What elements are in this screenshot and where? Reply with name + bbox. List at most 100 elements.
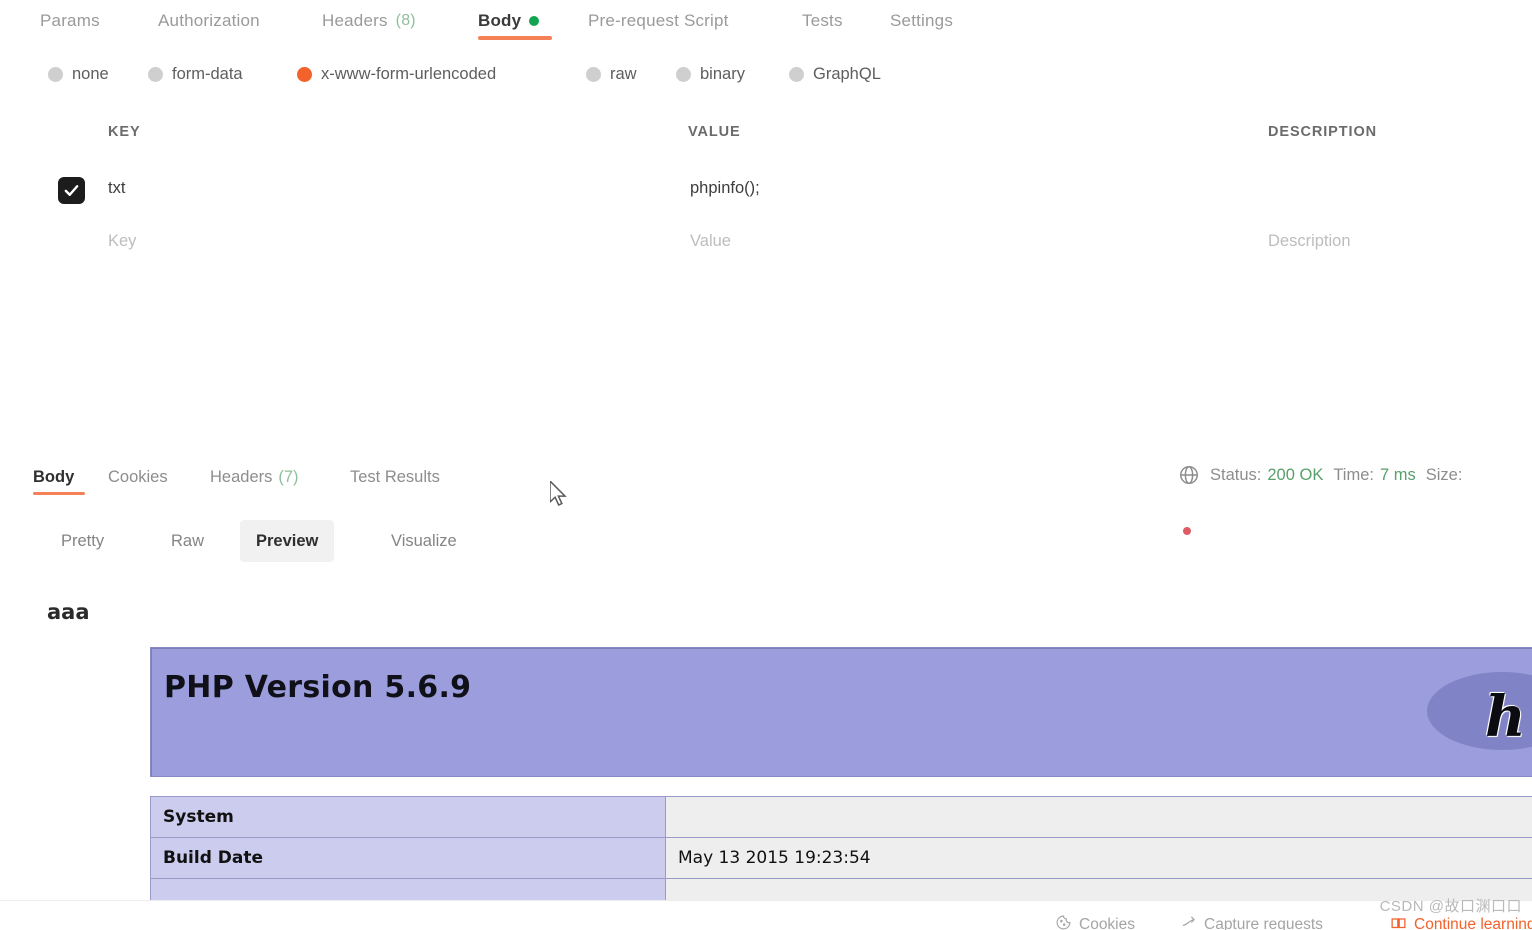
radio-icon bbox=[48, 66, 63, 82]
body-type-raw[interactable]: raw bbox=[586, 58, 637, 90]
cell-value-placeholder[interactable]: Value bbox=[690, 232, 731, 251]
request-tab-authorization[interactable]: Authorization bbox=[158, 0, 260, 42]
response-view-tab-label: Visualize bbox=[391, 531, 457, 550]
response-tab-cookies[interactable]: Cookies bbox=[108, 458, 168, 496]
body-present-dot bbox=[529, 16, 540, 26]
echo-output: aaa bbox=[47, 600, 90, 624]
column-header-value: VALUE bbox=[688, 124, 741, 140]
radio-icon bbox=[789, 66, 804, 82]
response-tab-headers[interactable]: Headers (7) bbox=[210, 458, 299, 496]
radio-icon bbox=[586, 66, 601, 82]
response-view-tab-label: Preview bbox=[256, 531, 319, 550]
response-tab-count: (7) bbox=[278, 467, 299, 486]
cell-description-placeholder[interactable]: Description bbox=[1268, 232, 1351, 251]
response-preview-pane: aaa PHP Version 5.6.9 h System Build Date… bbox=[0, 578, 1532, 908]
cell-value[interactable]: phpinfo(); bbox=[690, 179, 760, 198]
table-row[interactable]: Key Value Description bbox=[0, 221, 1532, 267]
radio-icon bbox=[297, 66, 312, 82]
phpinfo-row: System bbox=[150, 796, 1532, 838]
bottom-bar-capture-requests[interactable]: Capture requests bbox=[1180, 914, 1323, 930]
response-view-tab-label: Pretty bbox=[61, 531, 105, 550]
time-value: 7 ms bbox=[1379, 465, 1416, 484]
phpinfo-row-value bbox=[665, 796, 1532, 838]
radio-icon bbox=[676, 66, 691, 82]
request-tab-tests[interactable]: Tests bbox=[802, 0, 843, 42]
time-label: Time: bbox=[1333, 465, 1374, 484]
bottom-bar-continue-learning[interactable]: Continue learning bbox=[1390, 914, 1532, 930]
phpinfo-table: System Build Date May 13 2015 19:23:54 bbox=[150, 796, 1532, 908]
body-type-label: none bbox=[72, 64, 109, 83]
response-tab-body[interactable]: Body bbox=[33, 458, 74, 496]
bottom-status-bar: Cookies Capture requests Continue learning… bbox=[0, 898, 1532, 930]
view-tab-raw[interactable]: Raw bbox=[155, 520, 220, 562]
request-tab-label: Authorization bbox=[158, 11, 260, 30]
response-tab-label: Cookies bbox=[108, 467, 168, 486]
size-label: Size: bbox=[1425, 465, 1463, 484]
active-response-tab-underline bbox=[33, 492, 85, 495]
view-tab-pretty[interactable]: Pretty bbox=[45, 520, 120, 562]
body-type-label: x-www-form-urlencoded bbox=[321, 64, 497, 83]
response-view-tab-label: Raw bbox=[171, 531, 205, 550]
response-meta: Status: 200 OK Time: 7 ms Size: bbox=[1178, 464, 1462, 486]
column-header-key: KEY bbox=[108, 124, 141, 140]
request-tab-label: Params bbox=[40, 11, 100, 30]
bottom-bar-cookies[interactable]: Cookies bbox=[1055, 914, 1135, 930]
radio-icon bbox=[148, 66, 163, 82]
mouse-cursor bbox=[549, 479, 568, 507]
globe-icon bbox=[1178, 464, 1200, 486]
request-tab-label: Pre-request Script bbox=[588, 11, 729, 30]
php-version-title: PHP Version 5.6.9 bbox=[164, 670, 472, 705]
phpinfo-row-value: May 13 2015 19:23:54 bbox=[665, 837, 1532, 879]
body-type-label: form-data bbox=[172, 64, 243, 83]
row-checkbox-checked[interactable] bbox=[58, 177, 85, 204]
cell-key-placeholder[interactable]: Key bbox=[108, 232, 136, 251]
body-type-binary[interactable]: binary bbox=[676, 58, 745, 90]
request-tab-label: Body bbox=[478, 11, 522, 30]
active-request-tab-underline bbox=[478, 36, 552, 40]
column-header-description: DESCRIPTION bbox=[1268, 124, 1377, 140]
response-tab-label: Body bbox=[33, 467, 75, 486]
status-label: Status: bbox=[1210, 465, 1262, 484]
body-type-form-data[interactable]: form-data bbox=[148, 58, 243, 90]
php-version-banner: PHP Version 5.6.9 h bbox=[150, 647, 1532, 777]
request-tab-label: Settings bbox=[890, 11, 954, 30]
bottom-bar-label: Cookies bbox=[1079, 916, 1135, 930]
table-row[interactable]: txt phpinfo(); bbox=[0, 168, 1532, 214]
phpinfo-row: Build Date May 13 2015 19:23:54 bbox=[150, 837, 1532, 879]
csdn-watermark: CSDN @故口渊口口 bbox=[1379, 898, 1522, 915]
request-tab-settings[interactable]: Settings bbox=[890, 0, 953, 42]
response-tab-test-results[interactable]: Test Results bbox=[350, 458, 440, 496]
status-readout: Status: 200 OK bbox=[1210, 466, 1323, 485]
response-tab-label: Test Results bbox=[350, 467, 440, 486]
body-type-graphql[interactable]: GraphQL bbox=[789, 58, 881, 90]
request-tab-headers[interactable]: Headers (8) bbox=[322, 0, 416, 42]
cell-key[interactable]: txt bbox=[108, 179, 125, 198]
phpinfo-row-label: Build Date bbox=[150, 837, 666, 879]
body-type-none[interactable]: none bbox=[48, 58, 109, 90]
status-value: 200 OK bbox=[1267, 465, 1324, 484]
view-tab-visualize[interactable]: Visualize bbox=[375, 520, 473, 562]
body-type-label: raw bbox=[610, 64, 637, 83]
request-tab-params[interactable]: Params bbox=[40, 0, 100, 42]
capture-icon bbox=[1180, 914, 1197, 930]
request-tab-pre-request-script[interactable]: Pre-request Script bbox=[588, 0, 729, 42]
response-tab-label: Headers bbox=[210, 467, 273, 486]
phpinfo-row-label: System bbox=[150, 796, 666, 838]
body-type-x-www-form-urlencoded[interactable]: x-www-form-urlencoded bbox=[297, 58, 496, 90]
cookie-icon bbox=[1055, 914, 1072, 930]
size-readout: Size: bbox=[1426, 466, 1463, 485]
time-readout: Time: 7 ms bbox=[1333, 466, 1415, 485]
recording-dot bbox=[1183, 527, 1191, 535]
php-logo-glyph: h bbox=[1485, 684, 1526, 750]
request-tab-label: Tests bbox=[802, 11, 843, 30]
bottom-bar-label: Capture requests bbox=[1204, 916, 1323, 930]
request-tab-count: (8) bbox=[395, 12, 416, 29]
bottom-bar-label: Continue learning bbox=[1414, 916, 1532, 930]
php-logo-icon: h bbox=[1427, 662, 1532, 762]
view-tab-preview[interactable]: Preview bbox=[240, 520, 335, 562]
body-type-label: GraphQL bbox=[813, 64, 881, 83]
body-type-label: binary bbox=[700, 64, 745, 83]
book-icon bbox=[1390, 914, 1407, 930]
request-tab-bar: Params Authorization Headers (8) Body Pr… bbox=[0, 0, 1532, 42]
request-tab-label: Headers bbox=[322, 11, 388, 30]
